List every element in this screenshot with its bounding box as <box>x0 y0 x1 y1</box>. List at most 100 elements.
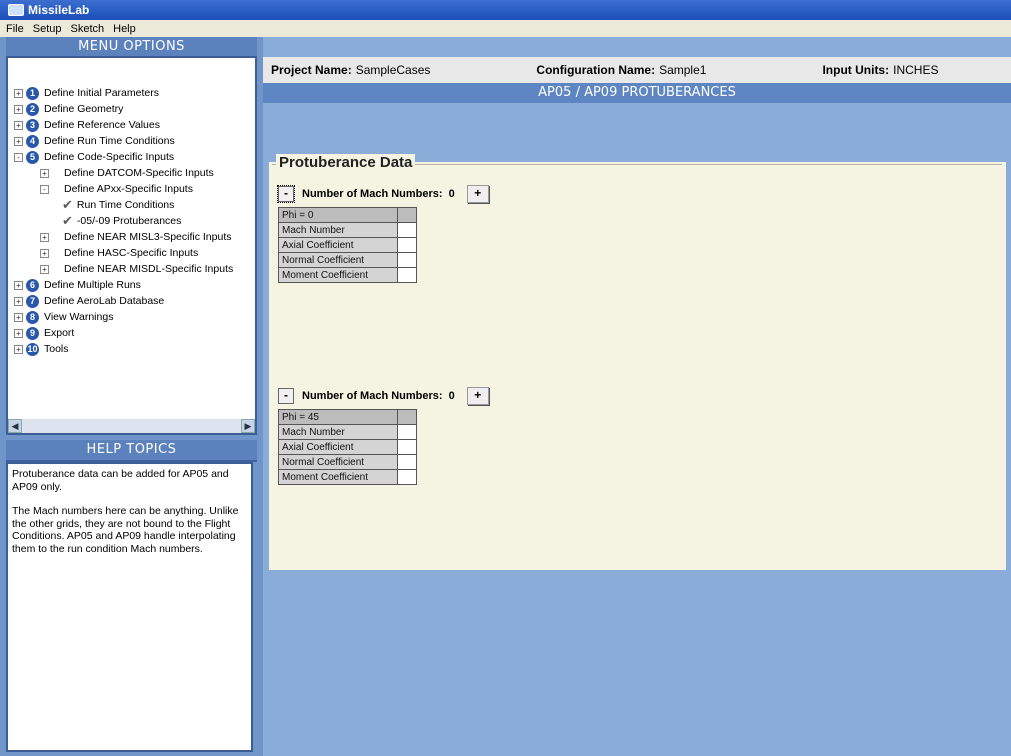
page-title: AP05 / AP09 PROTUBERANCES <box>263 83 1011 103</box>
expand-icon[interactable]: + <box>40 232 49 242</box>
phi0-grid: Phi = 0 Mach Number Axial Coefficient No… <box>278 207 417 283</box>
row-label-moment: Moment Coefficient <box>278 267 398 283</box>
row-label-normal: Normal Coefficient <box>278 454 398 470</box>
menu-item[interactable]: + Define DATCOM-Specific Inputs <box>14 165 254 181</box>
project-name-label: Project Name: <box>271 63 352 77</box>
menu-item-label: Run Time Conditions <box>76 199 175 211</box>
menu-item[interactable]: - Define APxx-Specific Inputs <box>14 181 254 197</box>
input-units-label: Input Units: <box>822 63 890 77</box>
mach-count-value: 0 <box>448 390 455 402</box>
grid-cell[interactable] <box>397 454 417 470</box>
checkmark-icon: ✔ <box>62 213 73 228</box>
grid-cell[interactable] <box>397 267 417 283</box>
menu-file[interactable]: File <box>3 23 27 35</box>
grid-header-phi: Phi = 45 <box>278 409 398 425</box>
menu-item[interactable]: +6 Define Multiple Runs <box>14 277 254 293</box>
expand-icon[interactable]: + <box>14 296 23 306</box>
row-label-moment: Moment Coefficient <box>278 469 398 485</box>
mach-count-value: 0 <box>448 188 455 200</box>
menu-item-label: -05/-09 Protuberances <box>76 215 182 227</box>
expand-icon[interactable]: + <box>14 328 23 338</box>
protuberance-legend: Protuberance Data <box>276 154 416 171</box>
scroll-right-icon[interactable]: ▶ <box>241 419 255 433</box>
step-number-icon: 4 <box>26 134 39 148</box>
phi45-grid: Phi = 45 Mach Number Axial Coefficient N… <box>278 409 417 485</box>
grid-cell <box>397 409 417 425</box>
window-title: MissileLab <box>28 3 90 17</box>
expand-icon[interactable]: + <box>14 136 23 146</box>
add-mach-button[interactable]: + <box>466 185 489 203</box>
grid-cell[interactable] <box>397 424 417 440</box>
step-number-icon: 1 <box>26 86 39 100</box>
menu-item-label: Tools <box>44 343 69 355</box>
menu-item-label: Define NEAR MISDL-Specific Inputs <box>64 263 234 275</box>
remove-mach-button[interactable]: - <box>278 388 294 404</box>
menu-item[interactable]: ✔ -05/-09 Protuberances <box>14 213 254 229</box>
expand-icon[interactable]: + <box>14 88 23 98</box>
checkmark-icon: ✔ <box>62 197 73 212</box>
menu-bar: File Setup Sketch Help <box>0 20 1011 37</box>
scroll-left-icon[interactable]: ◀ <box>8 419 22 433</box>
collapse-icon[interactable]: - <box>14 152 23 162</box>
menu-item[interactable]: + Define NEAR MISDL-Specific Inputs <box>14 261 254 277</box>
menu-item-label: Define AeroLab Database <box>44 295 165 307</box>
menu-item-label: Define NEAR MISL3-Specific Inputs <box>64 231 232 243</box>
menu-item[interactable]: +9 Export <box>14 325 254 341</box>
grid-cell[interactable] <box>397 252 417 268</box>
step-number-icon: 6 <box>26 278 39 292</box>
menu-sketch[interactable]: Sketch <box>67 23 107 35</box>
expand-icon[interactable]: + <box>14 280 23 290</box>
phi0-group: - Number of Mach Numbers: 0 + Phi = 0 Ma… <box>277 184 489 283</box>
menu-item-label: Define DATCOM-Specific Inputs <box>64 167 214 179</box>
menu-item[interactable]: + Define NEAR MISL3-Specific Inputs <box>14 229 254 245</box>
menu-hscrollbar[interactable]: ◀ ▶ <box>8 419 255 433</box>
step-number-icon: 7 <box>26 294 39 308</box>
row-label-mach: Mach Number <box>278 222 398 238</box>
grid-header-phi: Phi = 0 <box>278 207 398 223</box>
grid-cell[interactable] <box>397 237 417 253</box>
menu-item-label: Define HASC-Specific Inputs <box>64 247 199 259</box>
help-topics-header: HELP TOPICS <box>6 440 257 462</box>
expand-icon[interactable]: + <box>40 168 49 178</box>
grid-cell[interactable] <box>397 469 417 485</box>
menu-setup[interactable]: Setup <box>30 23 65 35</box>
menu-item[interactable]: +7 Define AeroLab Database <box>14 293 254 309</box>
config-name-label: Configuration Name: <box>536 63 656 77</box>
menu-item[interactable]: -5 Define Code-Specific Inputs <box>14 149 254 165</box>
step-number-icon: 5 <box>26 150 39 164</box>
remove-mach-button[interactable]: - <box>277 185 295 203</box>
grid-cell[interactable] <box>397 222 417 238</box>
grid-cell[interactable] <box>397 439 417 455</box>
menu-help[interactable]: Help <box>110 23 139 35</box>
expand-icon[interactable]: + <box>14 312 23 322</box>
menu-item[interactable]: +1 Define Initial Parameters <box>14 85 254 101</box>
step-number-icon: 9 <box>26 326 39 340</box>
help-text-1: Protuberance data can be added for AP05 … <box>12 468 229 493</box>
menu-item[interactable]: +4 Define Run Time Conditions <box>14 133 254 149</box>
menu-item[interactable]: + Define HASC-Specific Inputs <box>14 245 254 261</box>
menu-options-panel: +1 Define Initial Parameters +2 Define Geom… <box>6 56 257 435</box>
menu-item[interactable]: +10 Tools <box>14 341 254 357</box>
menu-item-label: View Warnings <box>44 311 114 323</box>
menu-item[interactable]: ✔ Run Time Conditions <box>14 197 254 213</box>
expand-icon[interactable]: + <box>40 264 49 274</box>
mach-count-label: Number of Mach Numbers: <box>302 390 443 402</box>
input-units-value: INCHES <box>893 63 939 77</box>
add-mach-button[interactable]: + <box>466 387 489 405</box>
row-label-mach: Mach Number <box>278 424 398 440</box>
project-name-value: SampleCases <box>355 63 431 77</box>
help-text-2: The Mach numbers here can be anything. U… <box>12 505 239 555</box>
phi45-group: - Number of Mach Numbers: 0 + Phi = 45 M… <box>278 386 489 485</box>
grid-cell <box>397 207 417 223</box>
menu-item-label: Define Code-Specific Inputs <box>44 151 175 163</box>
expand-icon[interactable]: + <box>14 344 23 354</box>
menu-item[interactable]: +3 Define Reference Values <box>14 117 254 133</box>
menu-item-label: Define APxx-Specific Inputs <box>64 183 193 195</box>
expand-icon[interactable]: + <box>40 248 49 258</box>
collapse-icon[interactable]: - <box>40 184 49 194</box>
expand-icon[interactable]: + <box>14 120 23 130</box>
expand-icon[interactable]: + <box>14 104 23 114</box>
menu-item[interactable]: +2 Define Geometry <box>14 101 254 117</box>
menu-item[interactable]: +8 View Warnings <box>14 309 254 325</box>
menu-tree: +1 Define Initial Parameters +2 Define Geom… <box>14 85 254 357</box>
